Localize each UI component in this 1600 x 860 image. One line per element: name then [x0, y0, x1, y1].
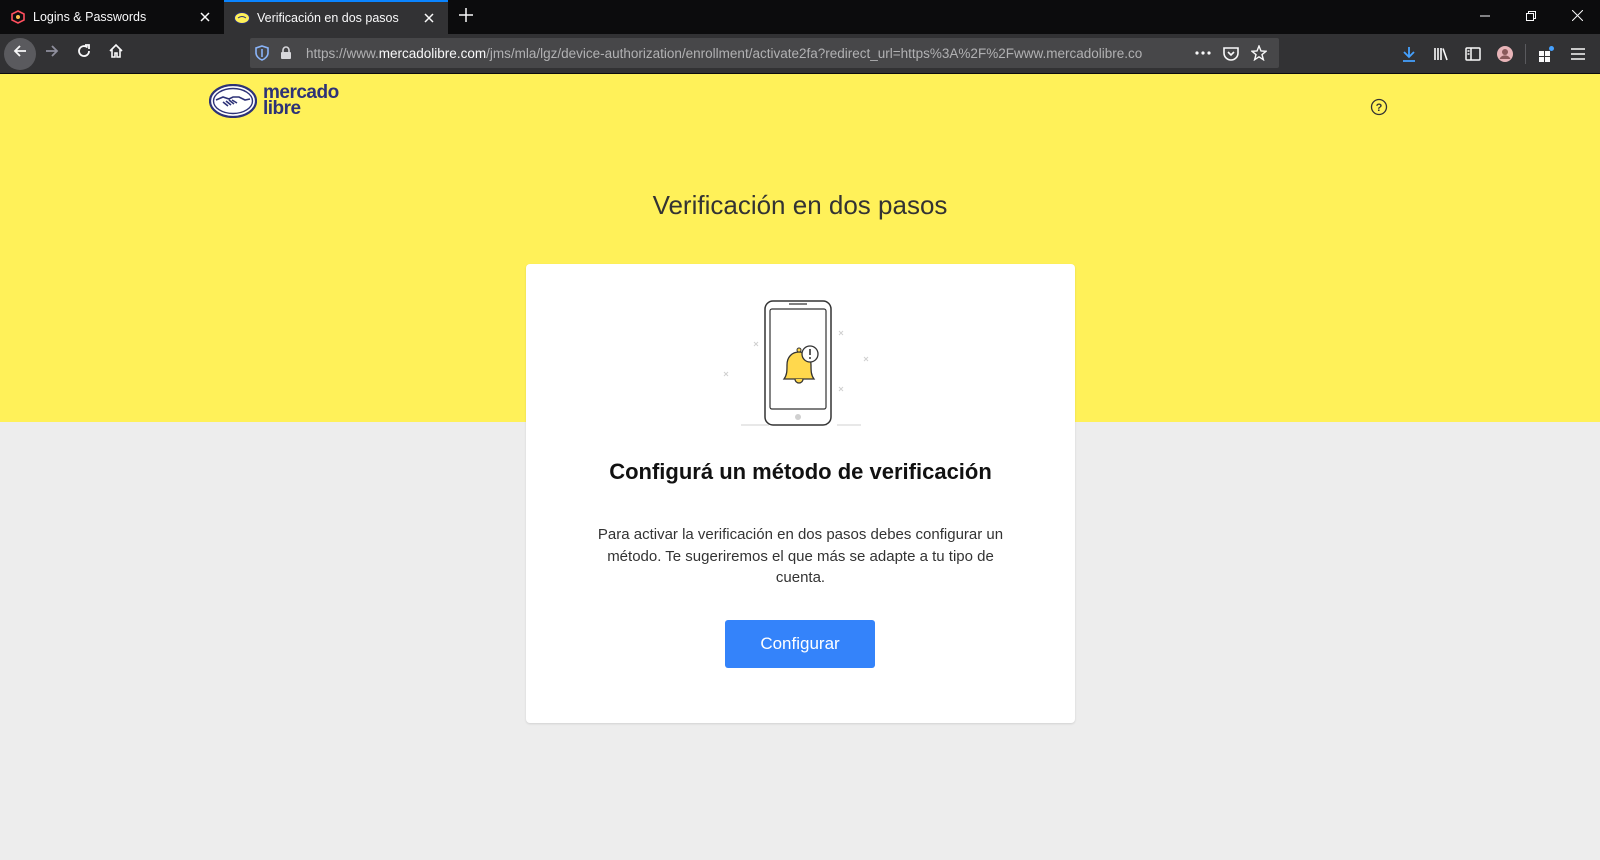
back-button[interactable] [4, 37, 36, 70]
new-tab-button[interactable] [448, 0, 484, 34]
navigation-toolbar: https://www.mercadolibre.com/jms/mla/lgz… [0, 34, 1600, 74]
url-domain: mercadolibre.com [378, 45, 487, 61]
tab-label: Verificación en dos pasos [257, 11, 399, 25]
tab-logins-passwords[interactable]: Logins & Passwords [0, 0, 224, 34]
pocket-icon[interactable] [1217, 39, 1245, 67]
library-icon[interactable] [1425, 38, 1457, 70]
home-button[interactable] [100, 38, 132, 70]
close-icon[interactable] [420, 9, 438, 27]
plus-icon [459, 7, 473, 27]
configure-button[interactable]: Configurar [725, 620, 875, 668]
sidebar-icon[interactable] [1457, 38, 1489, 70]
mercadolibre-favicon [234, 10, 250, 26]
close-icon[interactable] [196, 8, 214, 26]
lock-icon[interactable] [274, 38, 298, 68]
mozilla-vpn-icon [10, 9, 26, 25]
menu-icon[interactable] [1562, 38, 1594, 70]
card-heading: Configurá un método de verificación [609, 459, 992, 484]
mercadolibre-logo[interactable]: mercado libre [209, 83, 339, 119]
url-prefix: https://www. [306, 45, 379, 61]
toolbar-buttons [1393, 38, 1594, 70]
close-icon [1571, 8, 1583, 26]
url-actions [1189, 39, 1279, 67]
extensions-icon[interactable] [1530, 38, 1562, 70]
window-controls [1462, 0, 1600, 34]
restore-icon [1526, 8, 1536, 26]
url-path: /jms/mla/lgz/device-authorization/enroll… [486, 45, 1143, 61]
logo-line-2: libre [263, 98, 301, 119]
phone-bell-illustration [723, 300, 869, 426]
handshake-logo-icon [209, 84, 257, 118]
close-window-button[interactable] [1554, 0, 1600, 34]
help-icon[interactable]: ? [1370, 98, 1388, 116]
minimize-button[interactable] [1462, 0, 1508, 34]
shield-icon[interactable] [250, 38, 274, 68]
tab-label: Logins & Passwords [33, 10, 147, 24]
restore-button[interactable] [1508, 0, 1554, 34]
home-icon [108, 43, 124, 64]
reload-icon [76, 43, 92, 64]
logo-wordmark: mercado libre [263, 83, 339, 119]
verification-card: Configurá un método de verificación Para… [526, 264, 1075, 723]
forward-button[interactable] [36, 38, 68, 70]
tab-verificacion[interactable]: Verificación en dos pasos [224, 0, 448, 34]
address-bar[interactable]: https://www.mercadolibre.com/jms/mla/lgz… [250, 38, 1279, 68]
page-title: Verificación en dos pasos [652, 190, 948, 220]
card-description: Para activar la verificación en dos paso… [597, 526, 1004, 586]
tab-strip: Logins & Passwords Verificación en dos p… [0, 0, 1600, 34]
reload-button[interactable] [68, 38, 100, 70]
forward-icon [44, 43, 60, 64]
svg-text:?: ? [1376, 102, 1383, 114]
account-icon[interactable] [1489, 38, 1521, 70]
minimize-icon [1480, 8, 1490, 26]
url-text[interactable]: https://www.mercadolibre.com/jms/mla/lgz… [298, 46, 1189, 61]
more-icon[interactable] [1189, 39, 1217, 67]
toolbar-separator [1525, 44, 1526, 64]
download-icon[interactable] [1393, 38, 1425, 70]
back-icon [12, 43, 28, 64]
star-icon[interactable] [1245, 39, 1273, 67]
